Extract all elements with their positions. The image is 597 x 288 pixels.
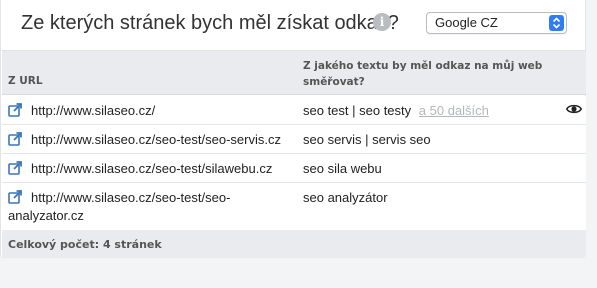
table-row: http://www.silaseo.cz/seo-test/seo-analy… — [2, 183, 586, 230]
row-anchor-text: seo test | seo testy — [303, 103, 412, 118]
row-anchor-text: seo sila webu — [303, 161, 382, 176]
chevron-up-down-icon — [549, 15, 564, 31]
total-count: Celkový počet: 4 stránek — [8, 238, 162, 251]
panel-header: Ze kterých stránek bych měl získat odkaz… — [1, 0, 587, 50]
table-footer: Celkový počet: 4 stránek — [2, 230, 586, 258]
table-row: http://www.silaseo.cz/seo-test/seo-servi… — [2, 125, 586, 154]
page-title: Ze kterých stránek bych měl získat odkaz… — [21, 12, 399, 34]
row-anchor-text: seo analyzátor — [303, 190, 388, 205]
table-row: http://www.silaseo.cz/seo-test/silawebu.… — [2, 154, 586, 183]
external-link-icon[interactable] — [8, 132, 22, 146]
row-anchor-text-cell: seo test | seo testy a 50 dalších — [303, 102, 489, 120]
table-row: http://www.silaseo.cz/ seo test | seo te… — [2, 96, 586, 125]
more-anchors-link[interactable]: a 50 dalších — [419, 103, 489, 118]
column-header-url: Z URL — [8, 75, 43, 87]
row-url: http://www.silaseo.cz/seo-test/seo-analy… — [8, 190, 231, 223]
table-header: Z URL Z jakého textu by měl odkaz na můj… — [2, 50, 586, 95]
eye-icon[interactable] — [566, 103, 582, 115]
external-link-icon[interactable] — [8, 161, 22, 175]
backlink-panel: Ze kterých stránek bych měl získat odkaz… — [0, 0, 586, 258]
external-link-icon[interactable] — [8, 103, 22, 117]
row-anchor-text: seo servis | servis seo — [303, 132, 431, 147]
info-icon[interactable]: i — [373, 13, 391, 31]
row-url: http://www.silaseo.cz/seo-test/seo-servi… — [31, 132, 281, 147]
search-engine-select[interactable]: Google CZ — [426, 12, 567, 34]
search-engine-select-value: Google CZ — [435, 15, 498, 30]
column-header-anchor-text: Z jakého textu by měl odkaz na můj web s… — [303, 60, 543, 88]
row-url: http://www.silaseo.cz/ — [31, 103, 156, 118]
row-url: http://www.silaseo.cz/seo-test/silawebu.… — [31, 161, 273, 176]
